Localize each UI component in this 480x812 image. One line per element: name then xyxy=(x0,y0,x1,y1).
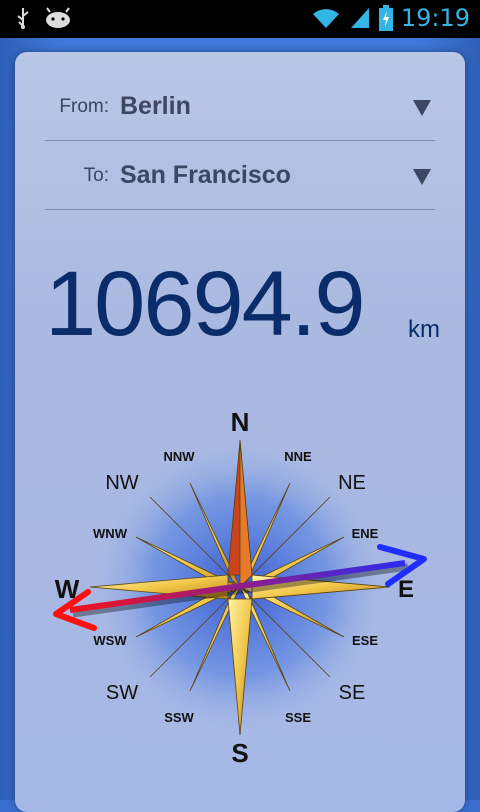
to-value[interactable]: San Francisco xyxy=(120,161,291,190)
compass-label-ese: ESE xyxy=(352,633,378,648)
signal-icon xyxy=(350,8,369,28)
compass-label-wsw: WSW xyxy=(93,633,127,648)
to-label: To: xyxy=(83,165,109,186)
compass-label-ne: NE xyxy=(338,472,366,494)
compass-label-nnw: NNW xyxy=(163,449,195,464)
status-bar: 19:19 xyxy=(0,0,480,38)
battery-charging-icon xyxy=(378,5,393,31)
compass-label-s: S xyxy=(231,738,248,768)
compass-label-n: N xyxy=(231,407,250,437)
compass-label-ene: ENE xyxy=(352,526,379,541)
from-selector[interactable]: From: Berlin xyxy=(45,72,435,141)
compass-label-sse: SSE xyxy=(285,710,311,725)
from-value[interactable]: Berlin xyxy=(120,92,191,121)
compass-label-wnw: WNW xyxy=(93,526,128,541)
compass-label-nw: NW xyxy=(105,472,138,494)
compass-label-sw: SW xyxy=(106,682,138,704)
clock: 19:19 xyxy=(400,4,470,32)
to-dropdown-icon[interactable] xyxy=(413,169,431,185)
to-selector[interactable]: To: San Francisco xyxy=(45,141,435,210)
from-label: From: xyxy=(59,96,109,117)
distance-unit: km xyxy=(408,316,440,343)
usb-icon xyxy=(17,8,29,29)
compass-rose: N S W E NE NW SE SW NNE NNW ENE WNW ESE … xyxy=(53,407,427,768)
wifi-icon xyxy=(312,9,339,28)
from-dropdown-icon[interactable] xyxy=(413,100,431,116)
compass-label-e: E xyxy=(398,576,414,603)
compass-label-ssw: SSW xyxy=(164,710,194,725)
distance-value: 10694.9 xyxy=(45,253,366,355)
android-debug-icon xyxy=(46,7,70,28)
compass-label-w: W xyxy=(55,574,80,604)
compass-label-se: SE xyxy=(339,682,366,704)
compass-label-nne: NNE xyxy=(284,449,312,464)
